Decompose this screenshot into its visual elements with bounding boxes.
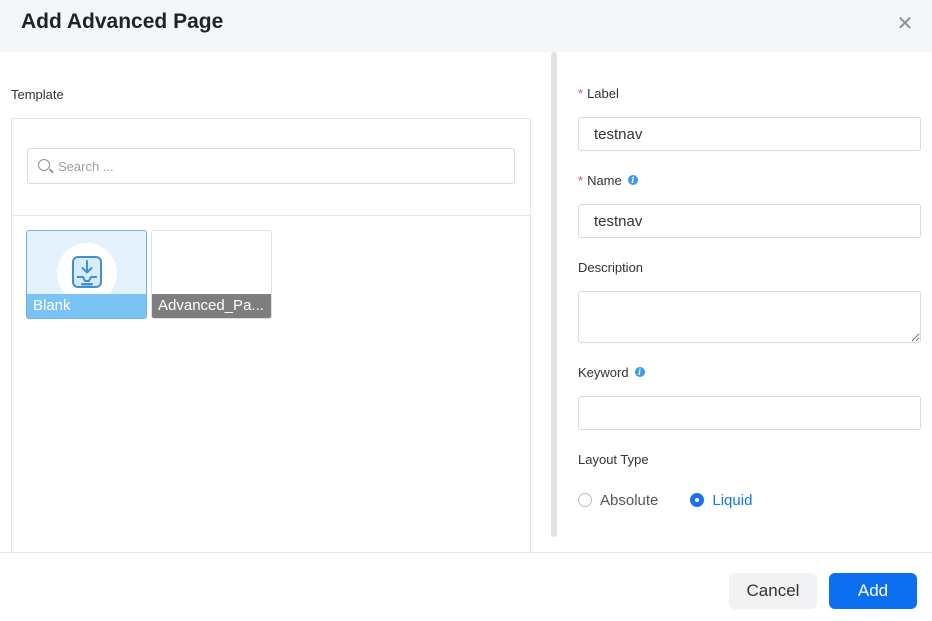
keyword-field-label: Keyword i <box>578 365 645 380</box>
template-panel: Template Blank Advanced_Pa... <box>0 52 550 558</box>
card-label: Blank <box>27 294 146 318</box>
radio-circle-checked <box>690 493 705 507</box>
search-input[interactable] <box>58 155 498 177</box>
layout-type-radio-group: Absolute Liquid <box>578 490 752 510</box>
required-mark: * <box>578 173 584 188</box>
dialog-title: Add Advanced Page <box>21 10 224 33</box>
template-card-blank[interactable]: Blank <box>26 230 147 319</box>
radio-label: Absolute <box>600 491 659 509</box>
label-field-label: * Label <box>578 86 619 101</box>
label-input[interactable] <box>578 117 921 151</box>
name-field-label: * Name i <box>578 173 638 188</box>
template-search[interactable] <box>27 148 515 184</box>
radio-absolute[interactable]: Absolute <box>578 492 658 509</box>
description-field-label: Description <box>578 260 644 275</box>
dialog-header: Add Advanced Page ✕ <box>0 0 932 52</box>
required-mark: * <box>578 86 584 101</box>
template-label: Template <box>11 87 64 102</box>
cancel-button[interactable]: Cancel <box>729 573 817 609</box>
description-textarea[interactable] <box>578 291 921 343</box>
close-icon[interactable]: ✕ <box>895 14 915 34</box>
add-button[interactable]: Add <box>829 573 917 609</box>
keyword-input[interactable] <box>578 396 921 430</box>
scrollbar[interactable] <box>551 52 557 537</box>
radio-label: Liquid <box>712 491 753 509</box>
info-icon[interactable]: i <box>634 367 645 377</box>
template-card-advanced[interactable]: Advanced_Pa... <box>151 230 272 319</box>
template-box: Blank Advanced_Pa... <box>11 118 531 558</box>
name-input[interactable] <box>578 204 921 238</box>
search-icon <box>38 159 50 171</box>
divider <box>12 215 530 216</box>
form-panel: *Label *Namei Description Keywordi Layou… <box>558 52 932 552</box>
info-icon[interactable]: i <box>627 175 638 185</box>
radio-liquid[interactable]: Liquid <box>690 492 752 509</box>
layout-type-label: Layout Type <box>578 452 649 467</box>
card-label: Advanced_Pa... <box>152 294 271 318</box>
dialog-footer: Cancel Add <box>0 552 932 621</box>
radio-circle <box>578 493 592 507</box>
